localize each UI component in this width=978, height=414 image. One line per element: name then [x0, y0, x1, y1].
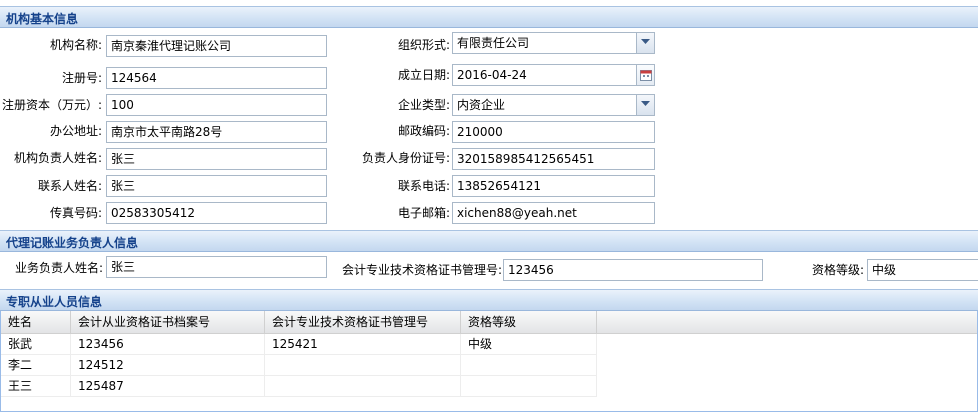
- agent-cert-input[interactable]: 123456: [503, 259, 763, 281]
- est-date-field[interactable]: 2016-04-24: [452, 64, 655, 86]
- ent-type-value: 内资企业: [457, 98, 506, 112]
- postcode-input[interactable]: 210000: [452, 121, 655, 143]
- label-email: 电子邮箱:: [397, 206, 450, 220]
- label-head-name: 机构负责人姓名:: [13, 151, 102, 165]
- label-est-date: 成立日期:: [397, 68, 450, 82]
- grid-header-row: 姓名 会计从业资格证书档案号 会计专业技术资格证书管理号 资格等级: [1, 311, 977, 334]
- label-phone: 联系电话:: [397, 179, 450, 193]
- address-input[interactable]: 南京市太平南路28号: [106, 121, 327, 143]
- head-name-input[interactable]: 张三: [106, 148, 327, 170]
- email-input[interactable]: xichen88@yeah.net: [452, 202, 655, 224]
- org-form-select[interactable]: 有限责任公司: [452, 32, 655, 54]
- label-agent-cert: 会计专业技术资格证书管理号:: [341, 263, 502, 277]
- cell-level: [461, 376, 597, 396]
- org-form-value: 有限责任公司: [457, 36, 530, 50]
- cell-name: 张武: [1, 334, 71, 354]
- chevron-down-icon[interactable]: [636, 33, 654, 53]
- section-title: 机构基本信息: [6, 12, 79, 26]
- cell-cert-no: 125421: [265, 334, 461, 354]
- label-ent-type: 企业类型:: [397, 98, 450, 112]
- ent-type-select[interactable]: 内资企业: [452, 94, 655, 116]
- cell-name: 王三: [1, 376, 71, 396]
- agent-level-input[interactable]: 中级: [867, 259, 978, 281]
- cell-level: [461, 355, 597, 375]
- section-header-staff-info: 专职从业人员信息: [0, 289, 978, 311]
- column-header-name[interactable]: 姓名: [1, 311, 71, 333]
- staff-grid: 姓名 会计从业资格证书档案号 会计专业技术资格证书管理号 资格等级 张武 123…: [0, 311, 978, 412]
- chevron-down-icon[interactable]: [636, 95, 654, 115]
- capital-input[interactable]: 100: [106, 94, 327, 116]
- label-contact-name: 联系人姓名:: [37, 179, 102, 193]
- agent-name-input[interactable]: 张三: [106, 256, 327, 278]
- contact-name-input[interactable]: 张三: [106, 175, 327, 197]
- fax-input[interactable]: 02583305412: [106, 202, 327, 224]
- table-row[interactable]: 王三 125487: [1, 376, 597, 397]
- cell-cert-no: [265, 355, 461, 375]
- cell-archive-no: 124512: [71, 355, 265, 375]
- cell-level: 中级: [461, 334, 597, 354]
- column-header-level[interactable]: 资格等级: [461, 311, 597, 333]
- label-postcode: 邮政编码:: [397, 124, 450, 138]
- section-header-basic-info: 机构基本信息: [0, 6, 978, 28]
- label-capital: 注册资本（万元）:: [1, 98, 102, 112]
- label-org-form: 组织形式:: [397, 38, 450, 52]
- cell-name: 李二: [1, 355, 71, 375]
- label-agent-level: 资格等级:: [811, 263, 864, 277]
- cell-cert-no: [265, 376, 461, 396]
- est-date-value: 2016-04-24: [457, 68, 527, 82]
- phone-input[interactable]: 13852654121: [452, 175, 655, 197]
- section-header-agent-info: 代理记账业务负责人信息: [0, 230, 978, 252]
- label-agent-name: 业务负责人姓名:: [14, 261, 103, 275]
- label-org-name: 机构名称:: [49, 38, 102, 52]
- column-header-cert-no[interactable]: 会计专业技术资格证书管理号: [265, 311, 461, 333]
- calendar-icon[interactable]: [636, 65, 654, 85]
- org-name-input[interactable]: 南京秦淮代理记账公司: [106, 35, 327, 57]
- column-header-archive-no[interactable]: 会计从业资格证书档案号: [71, 311, 265, 333]
- id-number-input[interactable]: 320158985412565451: [452, 148, 655, 170]
- section-title: 专职从业人员信息: [6, 295, 103, 309]
- table-row[interactable]: 张武 123456 125421 中级: [1, 334, 597, 355]
- reg-no-input[interactable]: 124564: [106, 67, 327, 89]
- label-address: 办公地址:: [49, 124, 102, 138]
- label-fax: 传真号码:: [49, 206, 102, 220]
- label-id-number: 负责人身份证号:: [361, 151, 450, 165]
- cell-archive-no: 125487: [71, 376, 265, 396]
- label-reg-no: 注册号:: [61, 71, 102, 85]
- cell-archive-no: 123456: [71, 334, 265, 354]
- section-title: 代理记账业务负责人信息: [6, 236, 139, 250]
- table-row[interactable]: 李二 124512: [1, 355, 597, 376]
